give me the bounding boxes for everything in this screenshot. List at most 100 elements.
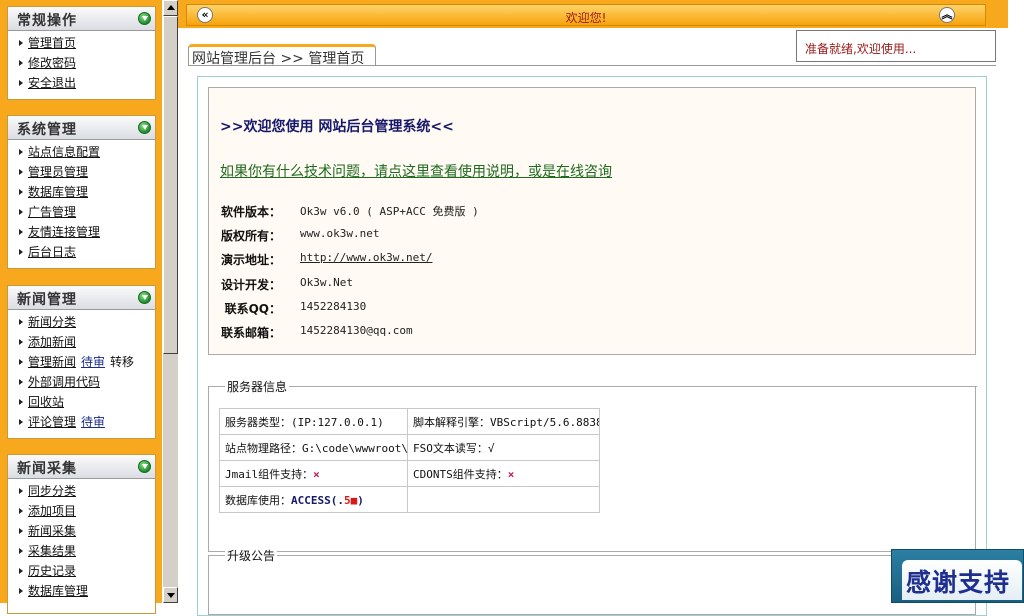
info-row-email: 联系邮箱： 1452284130@qq.com [209,324,969,344]
info-label: 设计开发： [220,278,281,292]
menu-item-admin-manage[interactable]: 管理员管理 [8,162,155,182]
demo-link[interactable]: http://www.ok3w.net/ [300,251,432,264]
expand-icon[interactable] [138,460,151,473]
table-cell: 脚本解释引擎：VBScript/5.6.8838 [407,408,600,435]
menu-item-database[interactable]: 数据库管理 [8,182,155,202]
pending-link[interactable]: 待审 [81,355,105,369]
menu-item-add-news[interactable]: 添加新闻 [8,332,155,352]
arrow-right-icon [19,419,23,425]
menu-item-news-category[interactable]: 新闻分类 [8,312,155,332]
menu-item-history[interactable]: 历史记录 [8,561,155,581]
arrow-right-icon [19,189,23,195]
cross-icon: × [313,467,320,481]
menu-item-external-code[interactable]: 外部调用代码 [8,372,155,392]
tab-divider [188,65,996,66]
table-cell: FSO文本读写：√ [407,434,600,461]
server-info-fieldset: 服务器信息 服务器类型：(IP:127.0.0.1) 脚本解释引擎：VBScri… [208,378,977,552]
welcome-text: 欢迎您! [565,11,607,25]
info-label: 演示地址： [220,253,281,267]
menu-header[interactable]: 系统管理 [8,116,155,140]
menu-item-add-project[interactable]: 添加项目 [8,501,155,521]
menu-item-site-config[interactable]: 站点信息配置 [8,142,155,162]
menu-title: 新闻管理 [17,292,77,308]
menu-header[interactable]: 新闻管理 [8,286,155,310]
db-size: 5■ [344,493,358,507]
fieldset-legend: 升级公告 [225,547,278,564]
menu-item-recycle-bin[interactable]: 回收站 [8,392,155,412]
arrow-right-icon [19,339,23,345]
table-cell: 数据库使用：ACCESS(.5■) [219,486,408,513]
info-value: Ok3w v6.0 ( ASP+ACC 免费版 ) [300,205,479,218]
arrow-right-icon [19,568,23,574]
menu-item-home[interactable]: 管理首页 [8,33,155,53]
menu-item-links[interactable]: 友情连接管理 [8,222,155,242]
arrow-right-icon [19,508,23,514]
info-value: 1452284130@qq.com [300,324,413,337]
expand-icon[interactable] [138,291,151,304]
menu-item-logs[interactable]: 后台日志 [8,242,155,262]
expand-icon[interactable] [138,121,151,134]
menu-header[interactable]: 常规操作 [8,7,155,31]
info-label: 联系邮箱： [220,326,281,340]
sidebar-scrollbar[interactable] [162,0,178,603]
arrow-right-icon [19,359,23,365]
breadcrumb-tab: 网站管理后台 >> 管理首页 [188,44,376,67]
info-value: 1452284130 [300,300,367,313]
thanks-banner[interactable]: 感谢支持 [891,549,1024,603]
scroll-down-icon[interactable] [163,587,178,603]
menu-item-change-password[interactable]: 修改密码 [8,53,155,73]
info-row-version: 软件版本： Ok3w v6.0 ( ASP+ACC 免费版 ) [209,203,969,223]
arrow-right-icon [19,169,23,175]
info-row-developer: 设计开发： Ok3w.Net [209,276,969,296]
fieldset-legend: 服务器信息 [225,378,290,395]
arrow-right-icon [19,209,23,215]
arrow-right-icon [19,229,23,235]
transfer-link[interactable]: 转移 [110,355,134,369]
help-link[interactable]: 如果你有什么技术问题，请点这里查看使用说明，或是在线咨询 [220,161,612,181]
table-row: 服务器类型：(IP:127.0.0.1) 脚本解释引擎：VBScript/5.6… [219,408,600,435]
menu-title: 常规操作 [17,13,77,29]
menu-item-logout[interactable]: 安全退出 [8,73,155,93]
main-content: 网站管理后台 >> 管理首页 准备就绪,欢迎使用... >>欢迎您使用 网站后台… [178,28,1008,616]
table-cell [407,486,600,513]
status-box: 准备就绪,欢迎使用... [796,30,996,62]
arrow-right-icon [19,80,23,86]
sidebar: 常规操作 管理首页 修改密码 安全退出 系统管理 站点信息配置 管理员管理 数据… [0,0,162,614]
top-bar: « 欢迎您! ︽ [178,0,1024,28]
menu-header[interactable]: 新闻采集 [8,455,155,479]
table-row: Jmail组件支持：× CDONTS组件支持：× [219,460,600,487]
menu-item-collect-news[interactable]: 新闻采集 [8,521,155,541]
divider [209,555,977,556]
info-label: 联系QQ： [224,302,281,316]
arrow-right-icon [19,319,23,325]
pending-link[interactable]: 待审 [81,415,105,429]
arrow-right-icon [19,528,23,534]
menu-section-general: 常规操作 管理首页 修改密码 安全退出 [7,6,156,100]
double-chevron-up-icon[interactable]: ︽ [939,7,955,23]
info-row-demo: 演示地址： http://www.ok3w.net/ [209,251,969,271]
right-margin [1008,0,1024,603]
menu-item-sync-category[interactable]: 同步分类 [8,481,155,501]
menu-section-news: 新闻管理 新闻分类 添加新闻 管理新闻 待审 转移 外部调用代码 回收站 评论管理待… [7,285,156,439]
menu-item-ads[interactable]: 广告管理 [8,202,155,222]
menu-item-collect-database[interactable]: 数据库管理 [8,581,155,601]
welcome-heading: >>欢迎您使用 网站后台管理系统<< [220,119,454,135]
menu-item-collect-results[interactable]: 采集结果 [8,541,155,561]
server-info-table: 服务器类型：(IP:127.0.0.1) 脚本解释引擎：VBScript/5.6… [219,408,600,513]
divider [209,386,977,387]
status-text: 准备就绪,欢迎使用... [805,42,917,56]
info-row-qq: 联系QQ： 1452284130 [209,300,969,320]
thanks-banner-inner: 感谢支持 [902,560,1022,600]
expand-icon[interactable] [138,12,151,25]
menu-item-comments[interactable]: 评论管理 待审 [8,412,155,432]
scroll-up-icon[interactable] [163,0,178,16]
menu-section-system: 系统管理 站点信息配置 管理员管理 数据库管理 广告管理 友情连接管理 后台日志 [7,115,156,269]
arrow-right-icon [19,588,23,594]
info-row-copyright: 版权所有： www.ok3w.net [209,227,969,247]
menu-item-manage-news[interactable]: 管理新闻 待审 转移 [8,352,155,372]
table-cell: 服务器类型：(IP:127.0.0.1) [219,408,408,435]
scrollbar-thumb[interactable] [163,16,178,354]
table-cell: 站点物理路径：G:\code\wwwroot\ [219,434,408,461]
arrow-right-icon [19,379,23,385]
db-type: ACCESS [291,493,331,507]
